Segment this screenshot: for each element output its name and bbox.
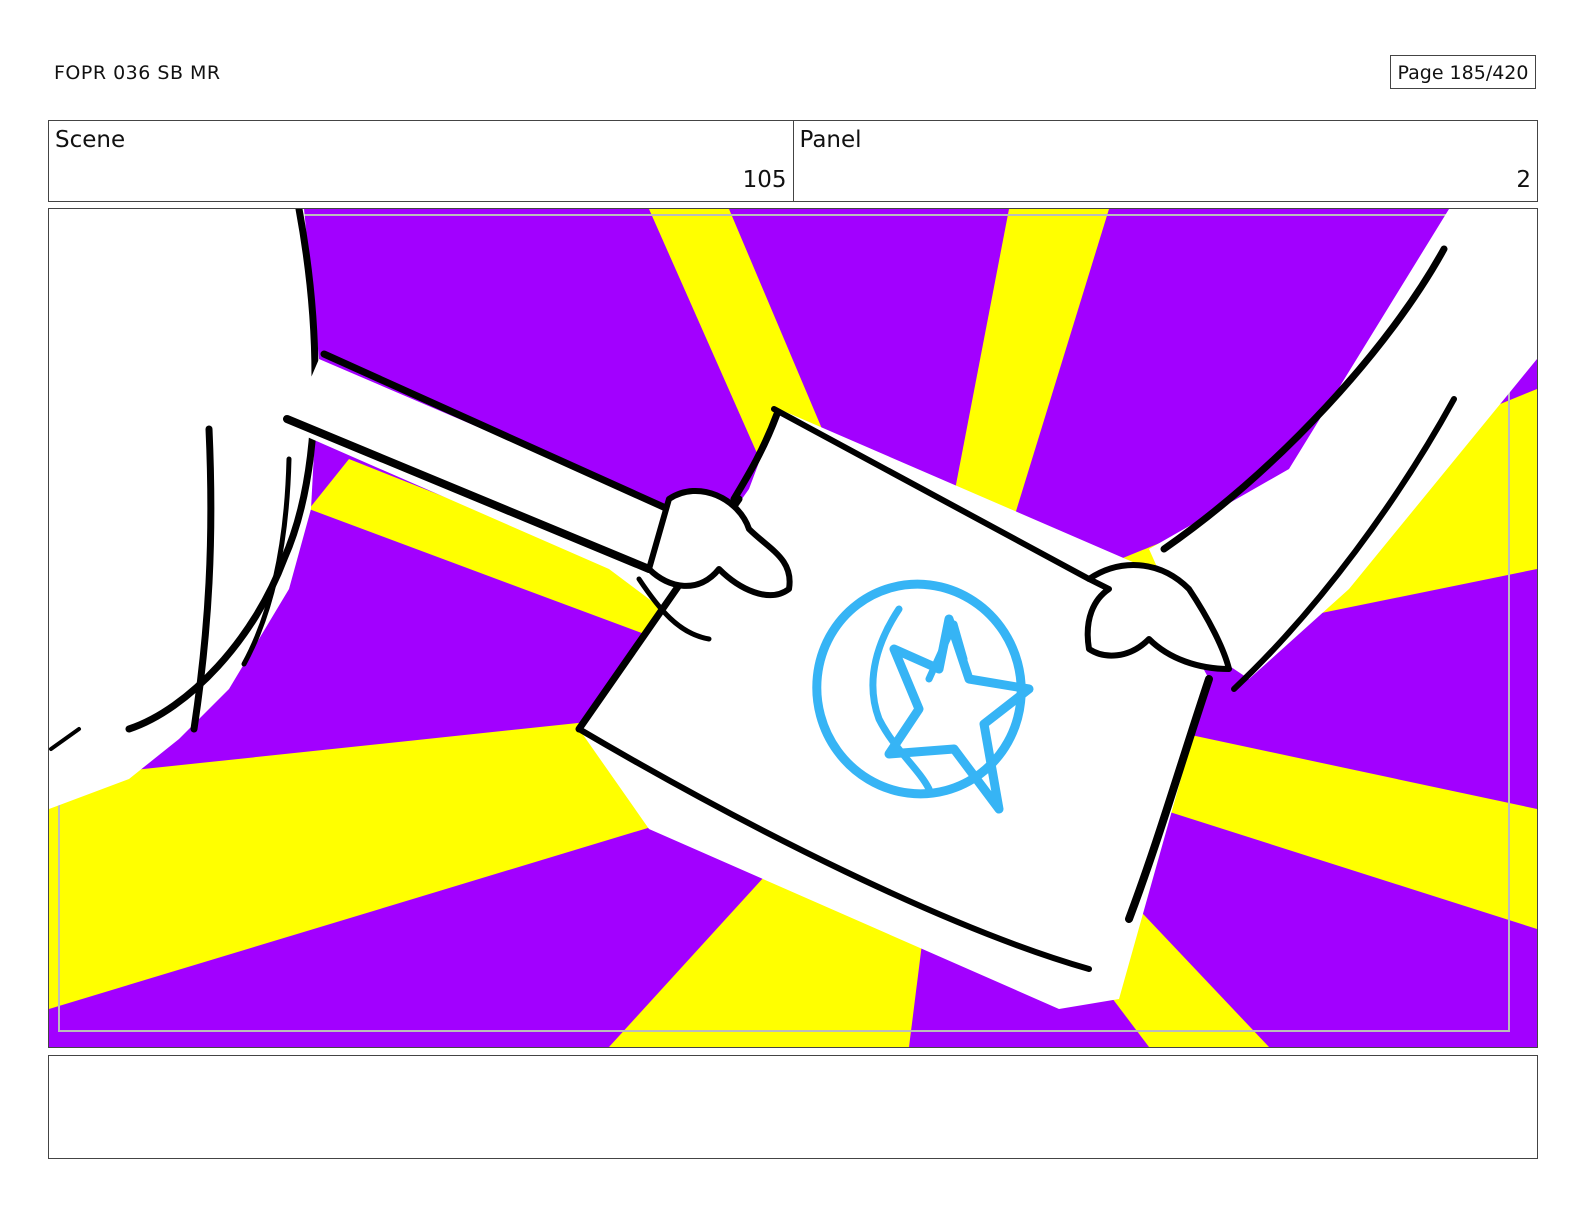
scene-label: Scene bbox=[55, 127, 126, 153]
panel-label: Panel bbox=[799, 127, 862, 153]
panel-cell: Panel 2 bbox=[792, 121, 1538, 201]
storyboard-page: FOPR 036 SB MR Page 185/420 Scene 105 Pa… bbox=[0, 0, 1584, 1224]
scene-panel-info: Scene 105 Panel 2 bbox=[48, 120, 1538, 202]
panel-notes bbox=[48, 1055, 1538, 1159]
scene-cell: Scene 105 bbox=[49, 121, 793, 201]
document-title: FOPR 036 SB MR bbox=[54, 62, 221, 84]
panel-number: 2 bbox=[1516, 167, 1531, 193]
storyboard-frame bbox=[48, 208, 1538, 1048]
panel-drawing bbox=[49, 209, 1537, 1047]
page-counter: Page 185/420 bbox=[1390, 55, 1536, 89]
scene-number: 105 bbox=[742, 167, 787, 193]
